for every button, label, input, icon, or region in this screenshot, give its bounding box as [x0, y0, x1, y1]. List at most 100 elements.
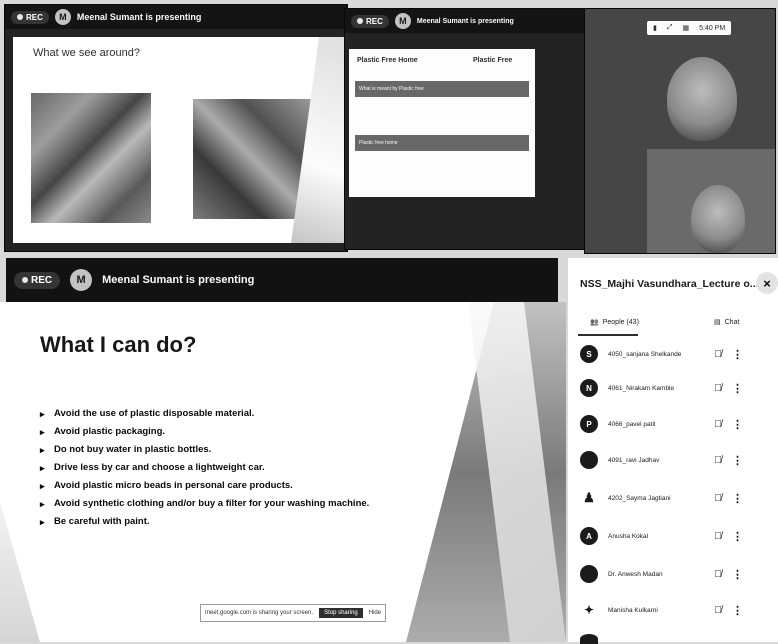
presenting-label: Meenal Sumant is presenting [102, 274, 255, 286]
presenter-bar: REC M Meenal Sumant is presenting [6, 258, 558, 302]
people-side-panel: NSS_Majhi Vasundhara_Lecture o... × 👥 Peo… [568, 258, 778, 644]
participant-avatar-photo: ✦ [580, 601, 598, 619]
participant-row[interactable]: Dr. Anwesh Madan 🎙̸ ⋮ [580, 562, 776, 586]
participant-avatar-photo: ♟ [580, 489, 598, 507]
participant-video-2-face [691, 185, 745, 253]
bullet-item: Drive less by car and choose a lightweig… [40, 462, 440, 474]
mic-off-icon[interactable]: 🎙̸ [710, 605, 726, 616]
mic-off-icon[interactable]: 🎙̸ [710, 531, 726, 542]
more-vert-icon[interactable]: ⋮ [732, 382, 743, 395]
participant-row[interactable]: N 4061_Nirakam Kamble 🎙̸ ⋮ [580, 376, 776, 400]
expand-icon: ⤢ [666, 24, 673, 31]
presentation-slide: What I can do? Avoid the use of plastic … [0, 302, 566, 642]
hide-button[interactable]: Hide [369, 610, 381, 616]
participant-avatar: A [580, 527, 598, 545]
participant-row[interactable]: ♟ 4202_Sayma Jagtiani 🎙̸ ⋮ [580, 486, 776, 510]
mic-off-icon[interactable]: 🎙̸ [710, 383, 726, 394]
close-icon[interactable]: × [756, 272, 778, 294]
slide-band-2: Plastic free home [355, 135, 529, 151]
record-icon [357, 18, 363, 24]
rec-badge: REC [351, 14, 389, 28]
bullet-item: Avoid plastic micro beads in personal ca… [40, 480, 440, 492]
rec-badge: REC [11, 10, 49, 24]
clock-time: 5:40 PM [699, 24, 726, 32]
mic-off-icon[interactable]: 🎙̸ [710, 493, 726, 504]
more-vert-icon[interactable]: ⋮ [732, 418, 743, 431]
record-icon [17, 14, 23, 20]
tab-chat-label: Chat [724, 318, 740, 326]
participant-row[interactable]: ✦ Manisha Kulkarni 🎙̸ ⋮ [580, 598, 776, 622]
photo-plastic-waste-2 [193, 99, 313, 219]
participant-row[interactable]: P 4066_pavel patil 🎙̸ ⋮ [580, 412, 776, 436]
participant-name: 4066_pavel patil [608, 420, 656, 428]
participant-row[interactable]: S 4050_sanjana Shelkande 🎙̸ ⋮ [580, 342, 776, 366]
participant-name: Anusha Kokal [608, 532, 649, 540]
shared-slide: Plastic Free Home Plastic Free What is m… [349, 49, 535, 197]
people-icon: 👥 [590, 319, 599, 326]
slide-tab-1: Plastic Free Home [357, 57, 418, 64]
participant-avatar [580, 451, 598, 469]
more-vert-icon[interactable]: ⋮ [732, 604, 743, 617]
mic-off-icon[interactable]: 🎙̸ [710, 419, 726, 430]
mic-off-icon[interactable]: 🎙̸ [710, 349, 726, 360]
bullet-item: Avoid synthetic clothing and/or buy a fi… [40, 498, 440, 510]
tab-people[interactable]: 👥 People (43) [590, 318, 639, 327]
participant-name: Manisha Kulkarni [608, 606, 658, 614]
share-notice-text: meet.google.com is sharing your screen. [205, 610, 314, 616]
more-vert-icon[interactable]: ⋮ [732, 454, 743, 467]
screenshot-panel-1: REC M Meenal Sumant is presenting What w… [4, 4, 348, 252]
panel2-topbar: REC M Meenal Sumant is presenting [345, 9, 585, 33]
tab-people-label: People (43) [602, 318, 639, 326]
record-icon [22, 277, 28, 283]
shared-slide: What we see around? [13, 37, 347, 243]
photo-plastic-waste-1 [31, 93, 151, 223]
participant-row[interactable]: 4091_ravi Jadhav 🎙̸ ⋮ [580, 448, 776, 472]
participant-name: 4061_Nirakam Kamble [608, 384, 675, 392]
participant-name: 4202_Sayma Jagtiani [608, 494, 671, 502]
participant-name: 4050_sanjana Shelkande [608, 350, 682, 358]
rec-label: REC [366, 16, 383, 26]
more-vert-icon[interactable]: ⋮ [732, 348, 743, 361]
mic-off-icon[interactable]: 🎙̸ [710, 569, 726, 580]
presenting-label: Meenal Sumant is presenting [416, 17, 514, 25]
meeting-title: NSS_Majhi Vasundhara_Lecture o... [580, 278, 759, 290]
mic-off-icon[interactable]: 🎙̸ [710, 455, 726, 466]
slide-decoration-corner [0, 502, 40, 642]
screen-share-notice: meet.google.com is sharing your screen. … [200, 604, 387, 622]
bullet-item: Avoid plastic packaging. [40, 426, 440, 438]
stop-sharing-button[interactable]: Stop sharing [319, 608, 363, 618]
tab-chat[interactable]: ▤ Chat [714, 318, 740, 327]
participant-avatar-partial [580, 634, 598, 644]
presenter-avatar: M [70, 269, 93, 291]
participant-avatar: P [580, 415, 598, 433]
rec-label: REC [31, 274, 53, 286]
participant-video-1 [667, 57, 737, 141]
slide-band-1: What is meant by Plastic free [355, 81, 529, 97]
rec-badge: REC [14, 271, 61, 289]
avatar: M [394, 13, 411, 29]
active-tab-indicator [578, 334, 638, 336]
participant-name: 4091_ravi Jadhav [608, 456, 660, 464]
more-vert-icon[interactable]: ⋮ [732, 492, 743, 505]
more-vert-icon[interactable]: ⋮ [732, 530, 743, 543]
participant-name: Dr. Anwesh Madan [608, 570, 663, 578]
chat-icon: ▤ [714, 319, 721, 326]
rec-label: REC [26, 12, 43, 22]
mic-icon: ▮ [653, 25, 657, 32]
slide-title: What we see around? [33, 47, 141, 59]
participant-avatar: S [580, 345, 598, 363]
screenshot-panel-2: REC M Meenal Sumant is presenting Plasti… [344, 8, 586, 250]
avatar: M [54, 9, 71, 25]
slide-heading: What I can do? [40, 332, 197, 357]
slide-tab-2: Plastic Free [473, 57, 513, 64]
bullet-item: Be careful with paint. [40, 516, 440, 528]
bullet-item: Avoid the use of plastic disposable mate… [40, 408, 440, 420]
more-vert-icon[interactable]: ⋮ [732, 568, 743, 581]
bullet-item: Do not buy water in plastic bottles. [40, 444, 440, 456]
participant-avatar: N [580, 379, 598, 397]
participant-avatar [580, 565, 598, 583]
participant-row[interactable]: A Anusha Kokal 🎙̸ ⋮ [580, 524, 776, 548]
slide-bullet-list: Avoid the use of plastic disposable mate… [40, 408, 440, 534]
panel1-topbar: REC M Meenal Sumant is presenting [5, 5, 347, 29]
presenting-label: Meenal Sumant is presenting [76, 12, 202, 22]
